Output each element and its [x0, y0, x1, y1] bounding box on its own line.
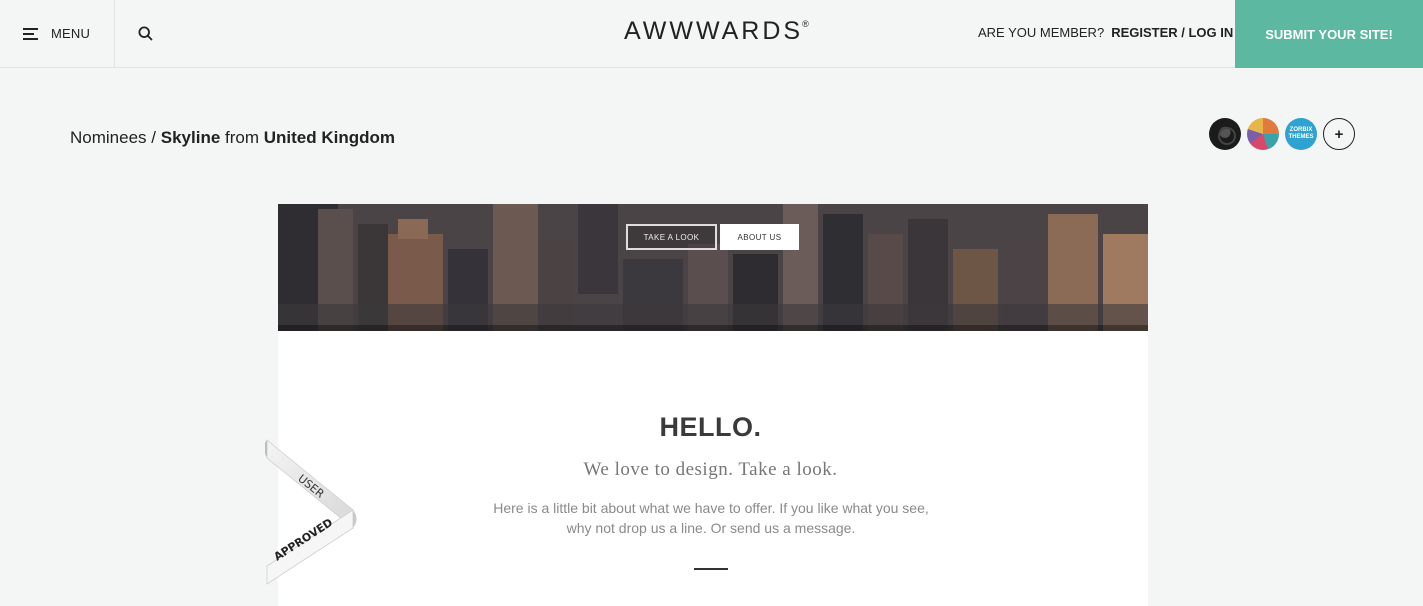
- menu-button[interactable]: MENU: [0, 0, 115, 67]
- avatar[interactable]: [1247, 118, 1279, 150]
- avatar[interactable]: [1209, 118, 1241, 150]
- breadcrumb-separator: /: [151, 128, 157, 147]
- intro-line: why not drop us a line. Or send us a mes…: [566, 520, 856, 536]
- site-country: United Kingdom: [263, 128, 396, 147]
- more-authors-button[interactable]: +: [1323, 118, 1355, 150]
- breadcrumb: Nominees / Skyline from United Kingdom: [70, 128, 395, 148]
- register-login-link[interactable]: REGISTER / LOG IN: [1111, 25, 1233, 40]
- hamburger-icon: [23, 27, 38, 40]
- about-us-button[interactable]: ABOUT US: [720, 224, 799, 250]
- divider: [694, 568, 728, 570]
- take-a-look-button[interactable]: TAKE A LOOK: [626, 224, 717, 250]
- tagline: We love to design. Take a look.: [583, 459, 838, 480]
- avatar-zorbix[interactable]: ZORBIX THEMES: [1285, 118, 1317, 150]
- intro-paragraph: Here is a little bit about what we have …: [478, 498, 944, 538]
- registered-mark: ®: [802, 19, 809, 29]
- submit-site-button[interactable]: SUBMIT YOUR SITE!: [1235, 0, 1423, 68]
- from-label: from: [225, 128, 260, 147]
- member-question: ARE YOU MEMBER?: [978, 25, 1105, 40]
- member-area: ARE YOU MEMBER? REGISTER / LOG IN: [978, 25, 1233, 40]
- search-icon: [137, 26, 153, 41]
- hello-heading: HELLO.: [659, 412, 762, 442]
- user-approved-ribbon: USER APPROVED: [265, 439, 357, 585]
- menu-label: MENU: [51, 26, 91, 41]
- top-header: MENU AWWWARDS® ARE YOU MEMBER? REGISTER …: [0, 0, 1423, 68]
- site-name: Skyline: [160, 128, 221, 147]
- hero-image: TAKE A LOOK ABOUT US: [278, 204, 1148, 331]
- avatar-text: THEMES: [1288, 134, 1314, 140]
- logo-text: AWWWARDS: [624, 17, 804, 45]
- site-logo[interactable]: AWWWARDS®: [624, 17, 809, 46]
- hero-shadow: [278, 325, 1148, 331]
- intro-line: Here is a little bit about what we have …: [493, 500, 929, 516]
- breadcrumb-section[interactable]: Nominees: [70, 128, 147, 147]
- site-preview[interactable]: TAKE A LOOK ABOUT US HELLO. We love to d…: [278, 204, 1148, 606]
- search-button[interactable]: [115, 0, 175, 67]
- avatar-text: ZORBIX: [1289, 127, 1313, 133]
- author-avatars: ZORBIX THEMES +: [1209, 118, 1355, 150]
